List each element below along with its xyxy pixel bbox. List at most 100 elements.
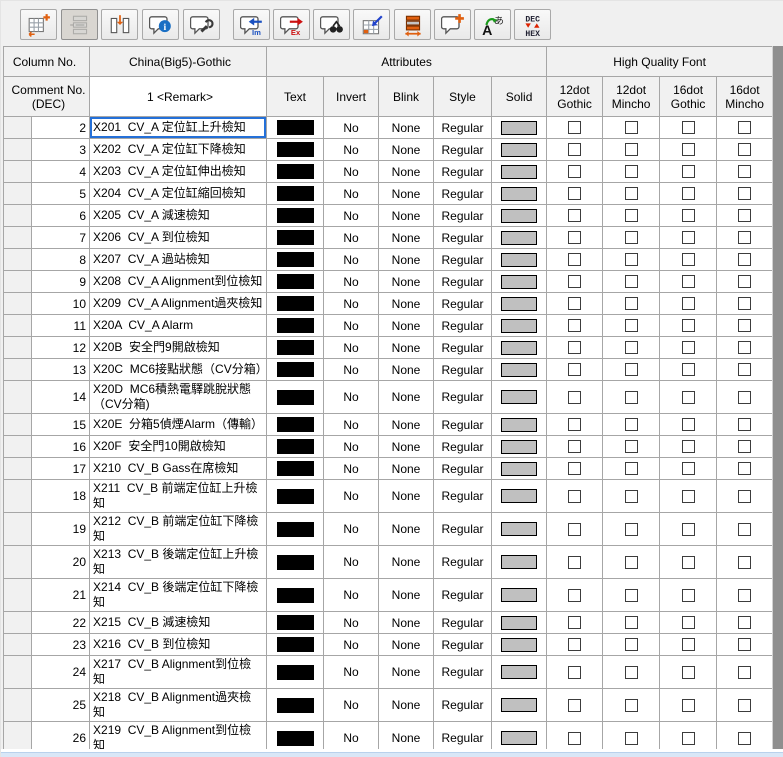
comment-number[interactable]: 5 xyxy=(32,183,90,205)
font-16dot-mincho-checkbox[interactable] xyxy=(738,297,751,310)
font-12dot-gothic-checkbox[interactable] xyxy=(568,187,581,200)
row-selector[interactable] xyxy=(4,249,32,271)
font-12dot-gothic-checkbox[interactable] xyxy=(568,638,581,651)
comment-text-cell[interactable]: X218 CV_B Alignment過夾檢知 xyxy=(90,689,267,722)
font-16dot-gothic-checkbox[interactable] xyxy=(682,121,695,134)
blink-cell[interactable]: None xyxy=(379,436,434,458)
font-12dot-mincho-checkbox[interactable] xyxy=(625,666,638,679)
font-16dot-mincho-checkbox[interactable] xyxy=(738,418,751,431)
font-12dot-mincho-checkbox[interactable] xyxy=(625,187,638,200)
comment-number[interactable]: 13 xyxy=(32,359,90,381)
style-cell[interactable]: Regular xyxy=(434,315,492,337)
font-16dot-gothic-checkbox[interactable] xyxy=(682,363,695,376)
style-cell[interactable]: Regular xyxy=(434,436,492,458)
comment-text-cell[interactable]: X20D MC6積熱電驛跳脫狀態（CV分箱) xyxy=(90,381,267,414)
dec-hex-toggle-button[interactable]: DECHEX xyxy=(514,9,551,40)
comment-text-cell[interactable]: X20C MC6接點狀態（CV分箱） xyxy=(90,359,267,381)
font-12dot-gothic-checkbox[interactable] xyxy=(568,341,581,354)
solid-color-cell[interactable] xyxy=(492,480,547,513)
blink-cell[interactable]: None xyxy=(379,117,434,139)
comment-number[interactable]: 4 xyxy=(32,161,90,183)
text-color-cell[interactable] xyxy=(267,381,324,414)
font-12dot-mincho-checkbox[interactable] xyxy=(625,275,638,288)
invert-cell[interactable]: No xyxy=(324,315,379,337)
blink-cell[interactable]: None xyxy=(379,634,434,656)
style-cell[interactable]: Regular xyxy=(434,612,492,634)
font-12dot-gothic-checkbox[interactable] xyxy=(568,143,581,156)
comment-text-cell[interactable]: X216 CV_B 到位檢知 xyxy=(90,634,267,656)
blink-cell[interactable]: None xyxy=(379,293,434,315)
comment-number[interactable]: 16 xyxy=(32,436,90,458)
font-16dot-gothic-checkbox[interactable] xyxy=(682,440,695,453)
blink-cell[interactable]: None xyxy=(379,315,434,337)
invert-cell[interactable]: No xyxy=(324,117,379,139)
text-color-cell[interactable] xyxy=(267,513,324,546)
font-16dot-mincho-checkbox[interactable] xyxy=(738,440,751,453)
font-12dot-gothic-checkbox[interactable] xyxy=(568,209,581,222)
row-selector[interactable] xyxy=(4,513,32,546)
blink-cell[interactable]: None xyxy=(379,546,434,579)
comment-text-cell[interactable]: X20F 安全門10開啟檢知 xyxy=(90,436,267,458)
invert-cell[interactable]: No xyxy=(324,205,379,227)
blink-cell[interactable]: None xyxy=(379,249,434,271)
import-comments-button[interactable]: Im xyxy=(233,9,270,40)
font-12dot-mincho-checkbox[interactable] xyxy=(625,462,638,475)
style-cell[interactable]: Regular xyxy=(434,359,492,381)
font-16dot-mincho-checkbox[interactable] xyxy=(738,391,751,404)
blink-cell[interactable]: None xyxy=(379,337,434,359)
text-color-cell[interactable] xyxy=(267,579,324,612)
row-height-button[interactable] xyxy=(394,9,431,40)
blink-cell[interactable]: None xyxy=(379,139,434,161)
comment-number[interactable]: 3 xyxy=(32,139,90,161)
row-selector[interactable] xyxy=(4,183,32,205)
text-color-cell[interactable] xyxy=(267,337,324,359)
style-cell[interactable]: Regular xyxy=(434,656,492,689)
comment-text-cell[interactable]: X206 CV_A 到位檢知 xyxy=(90,227,267,249)
font-12dot-mincho-checkbox[interactable] xyxy=(625,341,638,354)
text-color-cell[interactable] xyxy=(267,480,324,513)
solid-color-cell[interactable] xyxy=(492,315,547,337)
comment-number[interactable]: 19 xyxy=(32,513,90,546)
row-selector[interactable] xyxy=(4,337,32,359)
font-12dot-mincho-checkbox[interactable] xyxy=(625,699,638,712)
style-cell[interactable]: Regular xyxy=(434,381,492,414)
text-color-cell[interactable] xyxy=(267,139,324,161)
blink-cell[interactable]: None xyxy=(379,414,434,436)
invert-cell[interactable]: No xyxy=(324,436,379,458)
style-cell[interactable]: Regular xyxy=(434,293,492,315)
text-color-cell[interactable] xyxy=(267,117,324,139)
font-12dot-mincho-checkbox[interactable] xyxy=(625,638,638,651)
comment-text-cell[interactable]: X201 CV_A 定位缸上升檢知 xyxy=(90,117,267,139)
row-selector[interactable] xyxy=(4,612,32,634)
solid-color-cell[interactable] xyxy=(492,656,547,689)
comment-text-cell[interactable]: X215 CV_B 減速檢知 xyxy=(90,612,267,634)
style-cell[interactable]: Regular xyxy=(434,689,492,722)
language-column-header[interactable]: China(Big5)-Gothic xyxy=(90,47,267,77)
comment-number[interactable]: 23 xyxy=(32,634,90,656)
font-12dot-gothic-checkbox[interactable] xyxy=(568,231,581,244)
invert-cell[interactable]: No xyxy=(324,579,379,612)
text-color-cell[interactable] xyxy=(267,205,324,227)
font-16dot-mincho-checkbox[interactable] xyxy=(738,616,751,629)
row-selector[interactable] xyxy=(4,293,32,315)
comment-text-cell[interactable]: X212 CV_B 前端定位缸下降檢知 xyxy=(90,513,267,546)
comment-number[interactable]: 11 xyxy=(32,315,90,337)
comment-number[interactable]: 21 xyxy=(32,579,90,612)
text-color-cell[interactable] xyxy=(267,249,324,271)
invert-cell[interactable]: No xyxy=(324,414,379,436)
comment-text-cell[interactable]: X205 CV_A 減速檢知 xyxy=(90,205,267,227)
comment-number[interactable]: 7 xyxy=(32,227,90,249)
font-16dot-gothic-checkbox[interactable] xyxy=(682,341,695,354)
font-16dot-mincho-checkbox[interactable] xyxy=(738,589,751,602)
row-selector[interactable] xyxy=(4,546,32,579)
comment-text-cell[interactable]: X213 CV_B 後端定位缸上升檢知 xyxy=(90,546,267,579)
font-12dot-gothic-checkbox[interactable] xyxy=(568,121,581,134)
comment-number[interactable]: 9 xyxy=(32,271,90,293)
solid-color-cell[interactable] xyxy=(492,381,547,414)
font-12dot-mincho-checkbox[interactable] xyxy=(625,143,638,156)
comment-number[interactable]: 12 xyxy=(32,337,90,359)
blink-cell[interactable]: None xyxy=(379,656,434,689)
font-12dot-mincho-checkbox[interactable] xyxy=(625,363,638,376)
text-color-cell[interactable] xyxy=(267,183,324,205)
invert-cell[interactable]: No xyxy=(324,480,379,513)
